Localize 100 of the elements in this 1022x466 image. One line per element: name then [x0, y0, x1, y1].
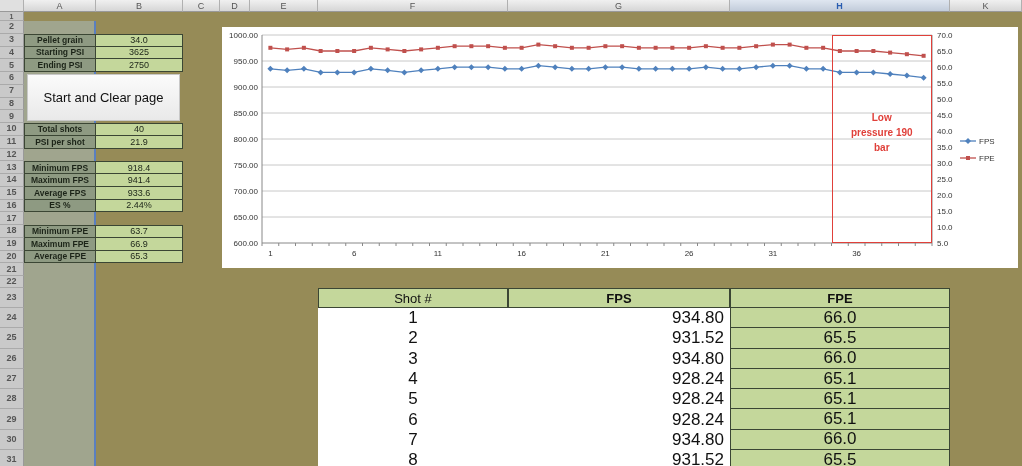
y-tick-label: 750.00 [233, 161, 258, 170]
data-marker [486, 44, 491, 49]
row-header[interactable]: 10 [0, 123, 24, 136]
row-header[interactable]: 13 [0, 161, 24, 174]
y-tick-label: 40.0 [937, 127, 953, 136]
legend-label: FPE [979, 154, 995, 163]
row-header[interactable]: 21 [0, 263, 24, 276]
data-marker [669, 65, 676, 72]
row-header[interactable]: 5 [0, 59, 24, 72]
table-cell: 66.0 [730, 429, 950, 451]
data-marker [687, 45, 692, 50]
data-marker [853, 69, 860, 76]
table-cell: 3 [318, 348, 508, 369]
data-marker [921, 53, 926, 58]
data-marker [434, 65, 441, 72]
row-header[interactable]: 24 [0, 308, 24, 329]
table-cell: 928.24 [508, 389, 730, 410]
column-header[interactable]: C [183, 0, 220, 12]
data-marker [720, 45, 725, 50]
x-tick-label: 31 [768, 249, 778, 258]
row-header[interactable]: 6 [0, 72, 24, 85]
y-tick-label: 15.0 [937, 207, 953, 216]
table-cell: 65.1 [730, 389, 950, 410]
y-tick-label: 30.0 [937, 159, 953, 168]
y-tick-label: 800.00 [233, 135, 258, 144]
row-header[interactable]: 26 [0, 348, 24, 369]
row-header[interactable]: 22 [0, 276, 24, 288]
column-header[interactable]: H [730, 0, 950, 12]
y-tick-label: 25.0 [937, 175, 953, 184]
data-marker [535, 62, 542, 69]
y-tick-label: 20.0 [937, 191, 953, 200]
row-header[interactable]: 27 [0, 368, 24, 390]
column-header[interactable]: F [318, 0, 508, 12]
row-header[interactable]: 2 [0, 21, 24, 34]
data-marker [401, 69, 408, 76]
data-marker [317, 69, 324, 76]
data-marker [334, 69, 341, 76]
y-tick-label: 1000.00 [229, 31, 258, 40]
data-marker [653, 45, 658, 50]
column-header[interactable]: D [220, 0, 250, 12]
row-header[interactable]: 17 [0, 212, 24, 225]
legend-marker-icon [959, 138, 977, 144]
data-marker [501, 65, 508, 72]
data-marker [536, 42, 541, 47]
data-marker [419, 47, 424, 52]
column-header[interactable]: G [508, 0, 730, 12]
data-marker [352, 49, 357, 53]
row-header[interactable]: 18 [0, 225, 24, 238]
column-header[interactable]: B [96, 0, 183, 12]
data-marker [719, 65, 726, 72]
y-tick-label: 950.00 [233, 57, 258, 66]
data-marker [770, 42, 775, 47]
row-header[interactable]: 30 [0, 429, 24, 451]
data-marker [703, 44, 708, 49]
data-marker [903, 72, 910, 79]
table-cell: 934.80 [508, 308, 730, 329]
column-header[interactable]: K [950, 0, 1022, 12]
data-marker [384, 67, 391, 74]
data-marker [804, 45, 809, 50]
data-marker [603, 44, 608, 49]
data-marker [469, 44, 474, 49]
row-header[interactable]: 14 [0, 174, 24, 187]
column-header[interactable]: E [250, 0, 318, 12]
column-header[interactable]: A [24, 0, 96, 12]
row-header[interactable]: 25 [0, 328, 24, 349]
data-marker [836, 69, 843, 76]
legend-marker-icon [959, 156, 977, 160]
table-cell: 7 [318, 429, 508, 451]
data-marker [821, 45, 826, 50]
data-marker [820, 65, 827, 72]
data-marker [568, 65, 575, 72]
row-header[interactable]: 31 [0, 450, 24, 466]
data-marker [451, 64, 458, 71]
row-header[interactable]: 9 [0, 110, 24, 123]
data-marker [620, 44, 625, 49]
y-tick-label: 900.00 [233, 83, 258, 92]
table-cell: 5 [318, 389, 508, 410]
row-header[interactable]: 23 [0, 288, 24, 308]
data-marker [686, 65, 693, 72]
y-tick-label: 45.0 [937, 111, 953, 120]
table-cell: 65.1 [730, 368, 950, 390]
x-tick-label: 16 [517, 249, 527, 258]
data-marker [602, 64, 609, 71]
row-header[interactable]: 29 [0, 409, 24, 430]
data-marker [619, 64, 626, 71]
y-tick-label: 35.0 [937, 143, 953, 152]
data-marker [920, 74, 927, 81]
table-cell: 928.24 [508, 368, 730, 390]
data-marker [769, 62, 776, 69]
data-marker [318, 49, 323, 53]
start-clear-button[interactable]: Start and Clear page [27, 74, 180, 121]
data-marker [754, 44, 759, 49]
data-marker [635, 65, 642, 72]
y-tick-label: 600.00 [233, 239, 258, 248]
stat-value: 63.7 [96, 225, 183, 238]
table-cell: 65.1 [730, 409, 950, 430]
select-all-corner[interactable] [0, 0, 24, 12]
data-marker [871, 49, 876, 53]
row-header[interactable]: 28 [0, 389, 24, 410]
data-marker [418, 67, 425, 74]
